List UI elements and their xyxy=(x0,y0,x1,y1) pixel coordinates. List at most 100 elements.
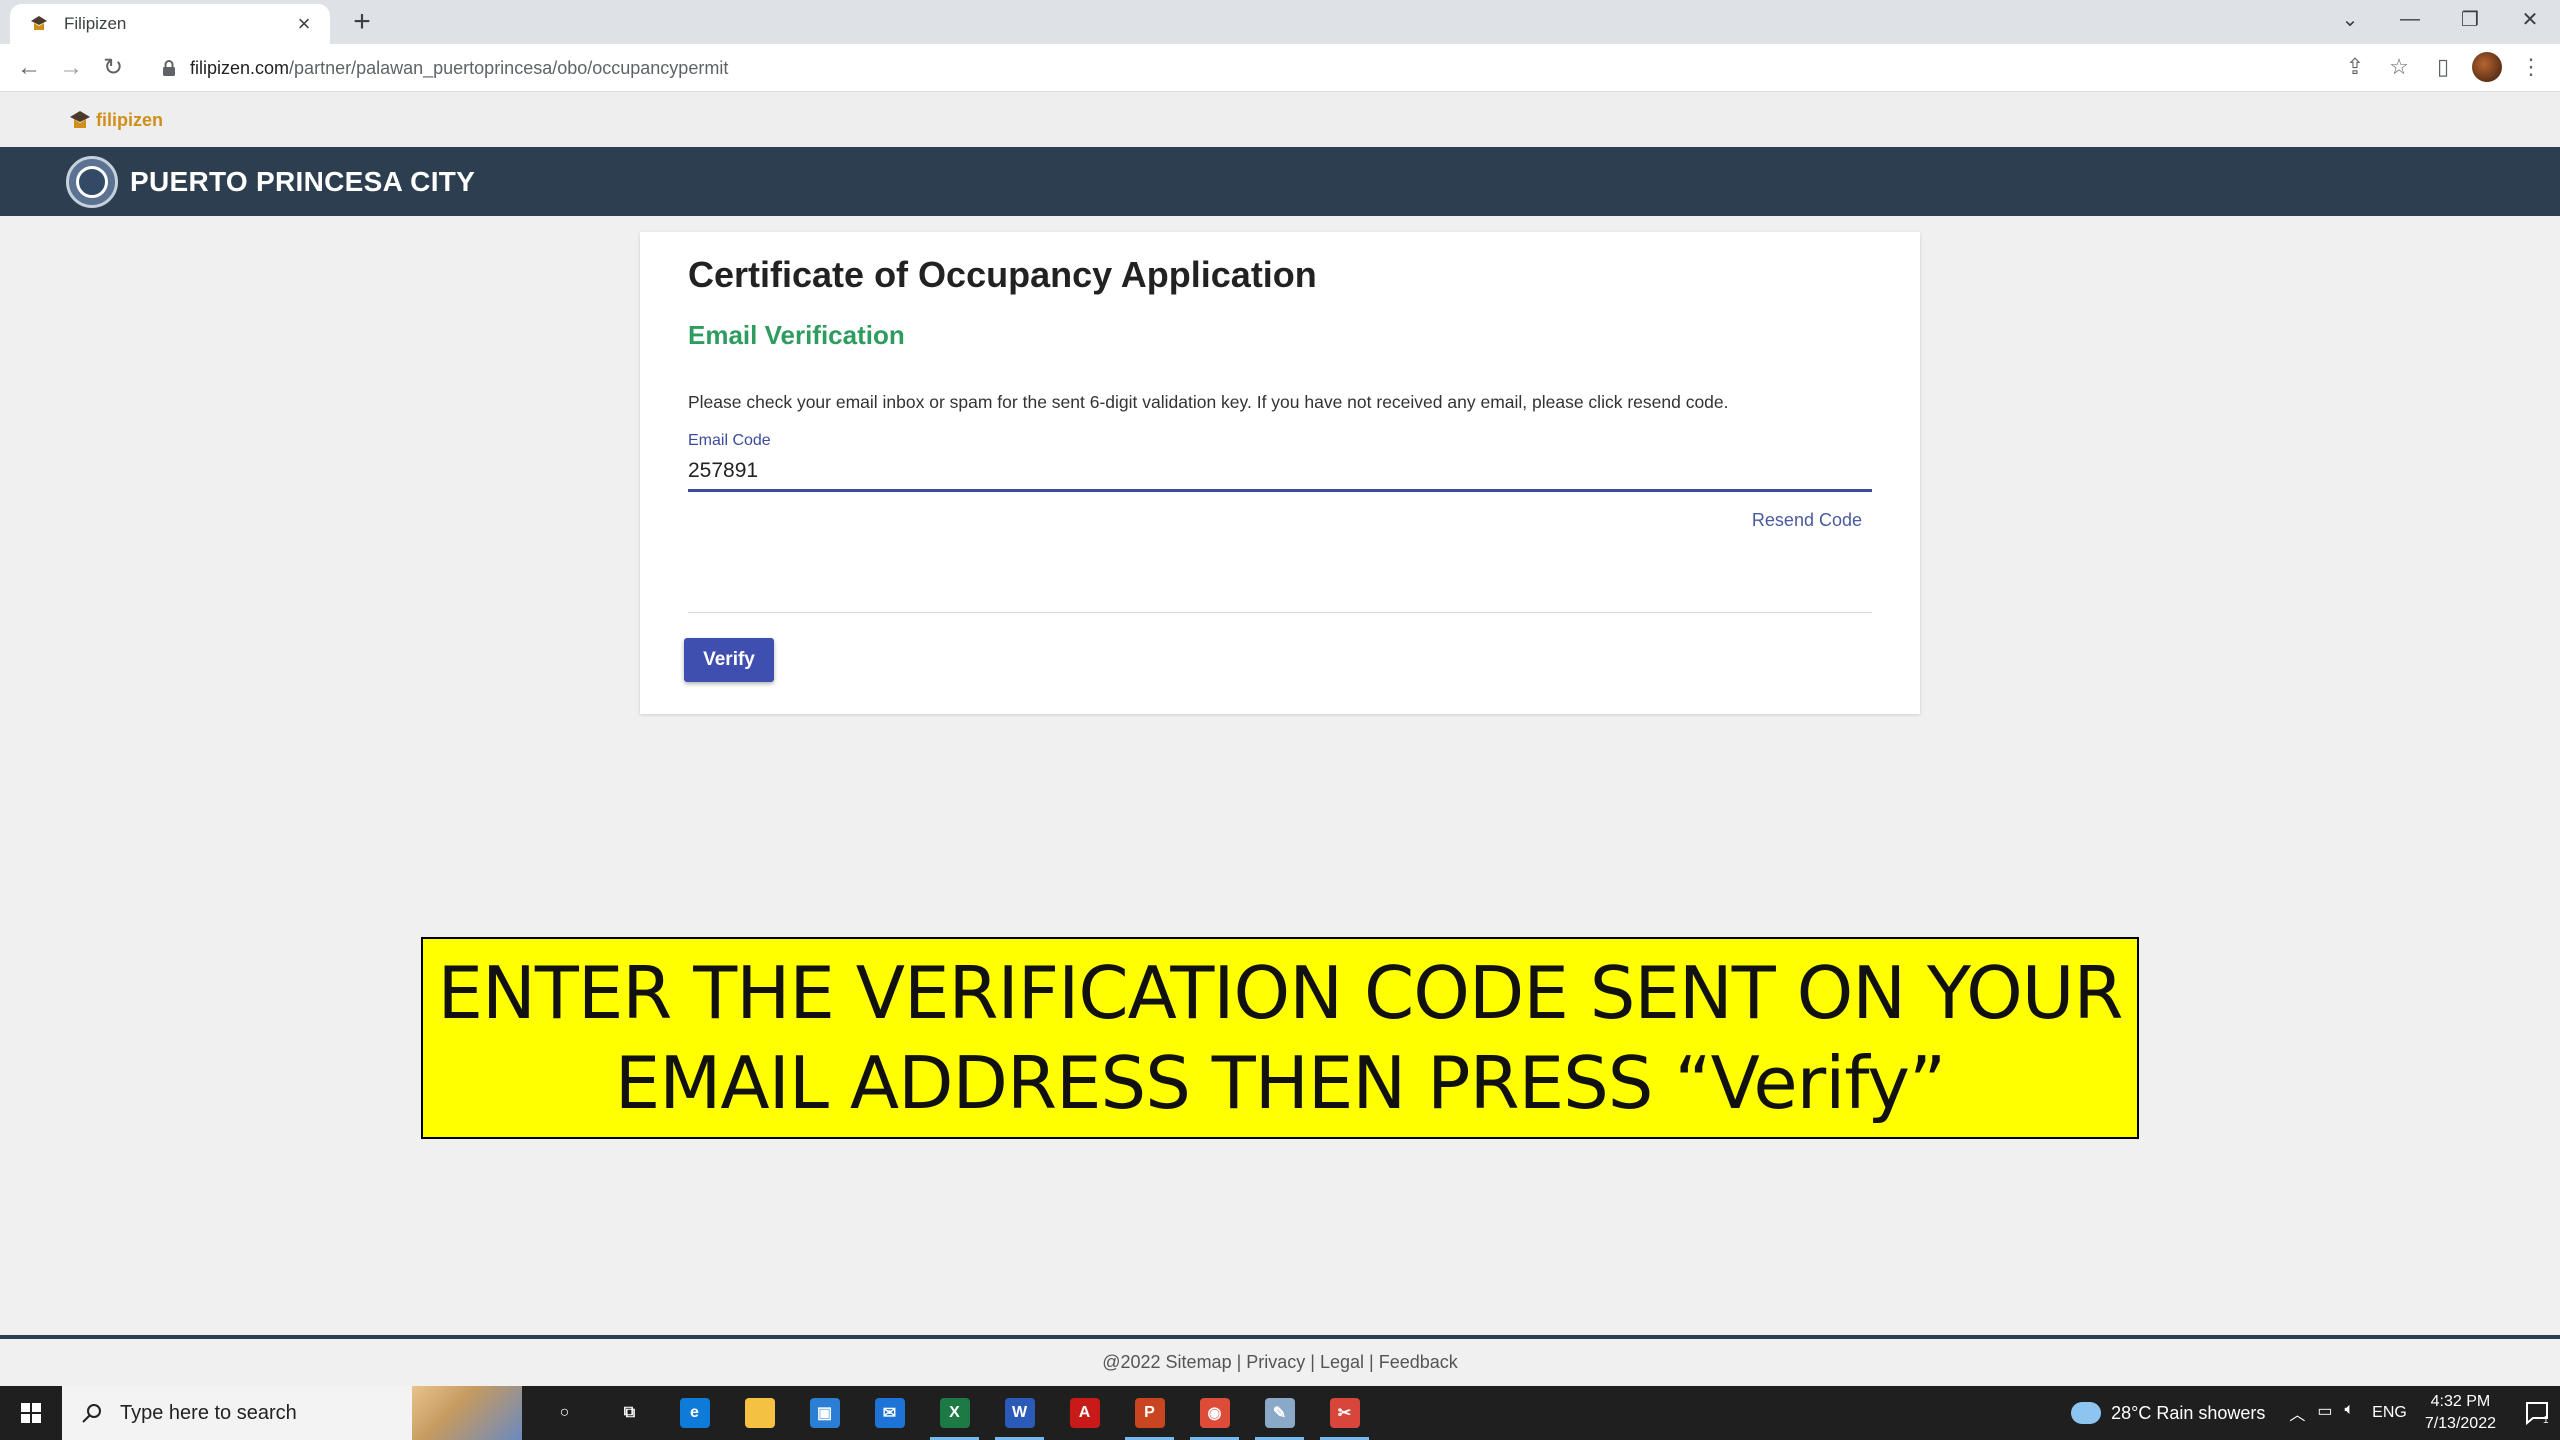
tab-close-icon[interactable]: × xyxy=(292,11,316,37)
minimize-icon[interactable]: — xyxy=(2380,0,2440,38)
paint-icon: ✎ xyxy=(1264,1398,1295,1428)
taskbar-app-mail[interactable]: ✉ xyxy=(857,1386,922,1440)
footer-link-feedback[interactable]: Feedback xyxy=(1379,1352,1458,1373)
taskbar-app-powerpoint[interactable]: P xyxy=(1117,1386,1182,1440)
taskbar-app-task-view[interactable]: ⧉ xyxy=(597,1386,662,1440)
email-code-input[interactable] xyxy=(688,452,1872,492)
notification-icon: 1 xyxy=(2526,1402,2549,1425)
taskbar-search-placeholder: Type here to search xyxy=(120,1401,297,1424)
filipizen-logo-text[interactable]: filipizen xyxy=(96,110,163,131)
verification-card: Certificate of Occupancy Application Ema… xyxy=(640,232,1920,714)
share-icon[interactable]: ⇪ xyxy=(2340,52,2370,82)
taskbar-app-file-explorer[interactable] xyxy=(727,1386,792,1440)
edge-icon: e xyxy=(679,1398,710,1428)
instruction-callout: ENTER THE VERIFICATION CODE SENT ON YOUR… xyxy=(421,937,2139,1139)
reload-icon[interactable]: ↻ xyxy=(92,47,134,89)
restore-icon[interactable]: ❐ xyxy=(2440,0,2500,38)
search-icon xyxy=(82,1404,101,1423)
windows-taskbar: Type here to search ○ ⧉ e ▣ ✉ X W A P ◉ ✎ ✂ 28°C Ra… xyxy=(0,1386,2560,1440)
acrobat-icon: A xyxy=(1069,1398,1100,1428)
system-tray: 28°C Rain showers ︿ ▭ 🔈︎ ENG 4:32 PM 7/1… xyxy=(2071,1386,2560,1440)
taskbar-app-edge[interactable]: e xyxy=(662,1386,727,1440)
side-panel-icon[interactable]: ▯ xyxy=(2428,52,2458,82)
weather-text: 28°C Rain showers xyxy=(2111,1402,2266,1423)
taskbar-app-word[interactable]: W xyxy=(987,1386,1052,1440)
menu-kebab-icon[interactable]: ⋮ xyxy=(2516,52,2546,82)
callout-line-2: EMAIL ADDRESS THEN PRESS “Verify” xyxy=(614,1041,1947,1125)
avatar xyxy=(2472,52,2502,82)
browser-toolbar: ← → ↻ filipizen.com/partner/palawan_puer… xyxy=(0,44,2560,92)
back-icon[interactable]: ← xyxy=(8,47,50,89)
site-top-header: filipizen xyxy=(0,93,2560,147)
windows-logo-icon xyxy=(21,1403,41,1423)
taskbar-app-snipping[interactable]: ✂ xyxy=(1312,1386,1377,1440)
tab-search-icon[interactable]: ⌄ xyxy=(2320,0,2380,38)
chevron-up-icon[interactable]: ︿ xyxy=(2289,1401,2305,1425)
taskbar-clock[interactable]: 4:32 PM 7/13/2022 xyxy=(2425,1391,2496,1435)
url-path: /partner/palawan_puertoprincesa/obo/occu… xyxy=(289,57,729,78)
footer-copyright: @2022 xyxy=(1102,1352,1161,1372)
task-view-icon: ⧉ xyxy=(614,1398,645,1428)
volume-icon[interactable]: 🔈︎ xyxy=(2345,1401,2355,1425)
taskbar-app-acrobat[interactable]: A xyxy=(1052,1386,1117,1440)
taskbar-app-paint[interactable]: ✎ xyxy=(1247,1386,1312,1440)
footer-link-legal[interactable]: Legal xyxy=(1320,1352,1364,1373)
city-seal-icon xyxy=(66,155,118,208)
chrome-icon: ◉ xyxy=(1199,1398,1230,1428)
divider xyxy=(688,612,1872,613)
filipizen-favicon-icon xyxy=(31,16,47,30)
weather-widget[interactable]: 28°C Rain showers xyxy=(2071,1402,2265,1424)
city-header-bar: PUERTO PRINCESA CITY xyxy=(0,147,2560,216)
taskbar-app-cortana[interactable]: ○ xyxy=(532,1386,597,1440)
cortana-icon: ○ xyxy=(549,1398,580,1428)
store-icon: ▣ xyxy=(809,1398,840,1428)
mail-icon: ✉ xyxy=(874,1398,905,1428)
url-text: filipizen.com/partner/palawan_puertoprin… xyxy=(190,58,728,79)
window-controls: ⌄ — ❐ ✕ xyxy=(2320,0,2560,40)
network-icon[interactable]: ▭ xyxy=(2317,1401,2332,1425)
snipping-icon: ✂ xyxy=(1329,1398,1360,1428)
taskbar-search-box[interactable]: Type here to search xyxy=(62,1386,522,1440)
new-tab-button[interactable]: + xyxy=(346,6,378,38)
callout-text: ENTER THE VERIFICATION CODE SENT ON YOUR… xyxy=(437,948,2123,1128)
url-host: filipizen.com xyxy=(190,57,290,78)
browser-tab-strip: Filipizen × + ⌄ — ❐ ✕ xyxy=(0,0,2560,44)
taskbar-app-store[interactable]: ▣ xyxy=(792,1386,857,1440)
tray-icons: ︿ ▭ 🔈︎ xyxy=(2289,1401,2354,1425)
section-subtitle: Email Verification xyxy=(688,320,905,350)
callout-line-1: ENTER THE VERIFICATION CODE SENT ON YOUR xyxy=(437,951,2123,1035)
city-name: PUERTO PRINCESA CITY xyxy=(130,165,476,197)
verify-button[interactable]: Verify xyxy=(684,638,774,682)
svg-text:1: 1 xyxy=(2543,1415,2549,1425)
instructions-text: Please check your email inbox or spam fo… xyxy=(688,392,1729,412)
site-footer: @2022 Sitemap | Privacy | Legal | Feedba… xyxy=(0,1335,2560,1386)
taskbar-app-excel[interactable]: X xyxy=(922,1386,987,1440)
page-title: Certificate of Occupancy Application xyxy=(688,254,1317,295)
notification-center-icon[interactable]: 1 xyxy=(2516,1386,2560,1440)
email-code-label: Email Code xyxy=(688,432,771,449)
file-explorer-icon xyxy=(744,1398,775,1428)
clock-date: 7/13/2022 xyxy=(2424,1415,2496,1432)
start-button[interactable] xyxy=(0,1386,62,1440)
lock-icon xyxy=(163,60,175,76)
resend-code-link[interactable]: Resend Code xyxy=(1752,510,1862,531)
address-bar[interactable]: filipizen.com/partner/palawan_puertoprin… xyxy=(148,50,2358,86)
browser-tab[interactable]: Filipizen × xyxy=(10,4,330,44)
taskbar-app-chrome[interactable]: ◉ xyxy=(1182,1386,1247,1440)
tab-title: Filipizen xyxy=(64,14,127,33)
taskbar-apps: ○ ⧉ e ▣ ✉ X W A P ◉ ✎ ✂ xyxy=(532,1386,1377,1440)
forward-icon[interactable]: → xyxy=(50,47,92,89)
word-icon: W xyxy=(1004,1398,1035,1428)
filipizen-logo-icon[interactable] xyxy=(68,109,92,131)
excel-icon: X xyxy=(939,1398,970,1428)
bookmark-star-icon[interactable]: ☆ xyxy=(2384,52,2414,82)
browser-right-tools: ⇪ ☆ ▯ ⋮ xyxy=(2340,52,2546,82)
profile-avatar[interactable] xyxy=(2472,52,2502,82)
city-seal-inner xyxy=(76,165,108,198)
footer-link-sitemap[interactable]: Sitemap xyxy=(1166,1352,1232,1373)
footer-link-privacy[interactable]: Privacy xyxy=(1246,1352,1305,1373)
close-window-icon[interactable]: ✕ xyxy=(2500,0,2560,38)
search-highlight-banner xyxy=(412,1386,522,1440)
powerpoint-icon: P xyxy=(1134,1398,1165,1428)
language-indicator[interactable]: ENG xyxy=(2372,1404,2407,1422)
